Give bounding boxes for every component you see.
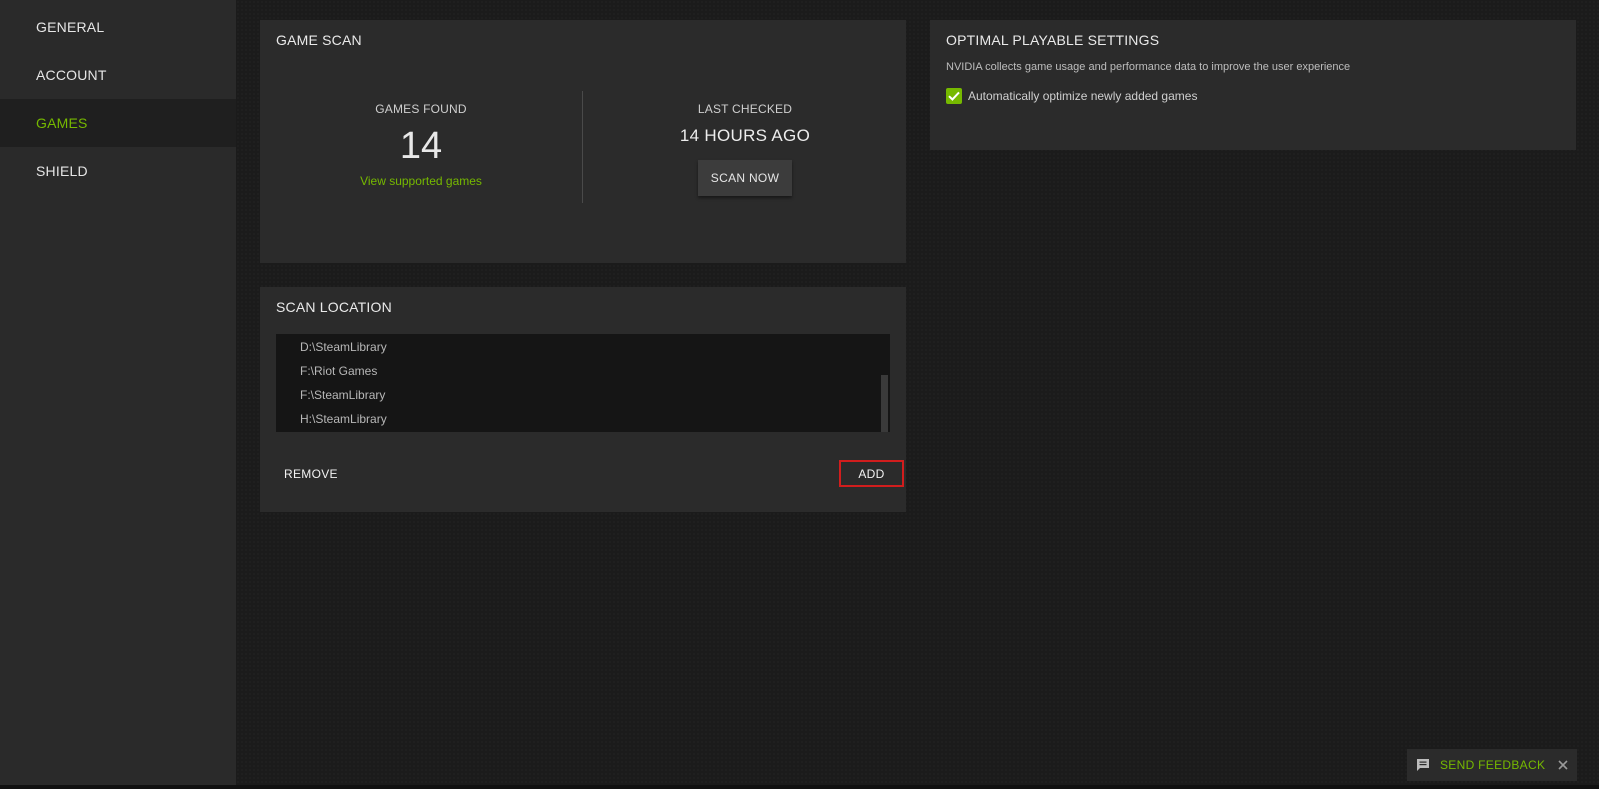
game-scan-title: GAME SCAN	[276, 32, 362, 48]
app-window: GENERAL ACCOUNT GAMES SHIELD GAME SCAN G…	[0, 0, 1599, 789]
auto-optimize-checkbox[interactable]	[946, 88, 962, 104]
send-feedback-button[interactable]: SEND FEEDBACK	[1440, 758, 1545, 772]
last-checked-label: LAST CHECKED	[697, 102, 793, 116]
list-item[interactable]: F:\SteamLibrary	[300, 388, 385, 402]
auto-optimize-checkbox-row[interactable]: Automatically optimize newly added games	[946, 88, 1197, 104]
main-content: GAME SCAN GAMES FOUND 14 View supported …	[236, 0, 1599, 785]
optimal-playable-panel: OPTIMAL PLAYABLE SETTINGS NVIDIA collect…	[930, 20, 1576, 150]
sidebar-item-general[interactable]: GENERAL	[0, 3, 236, 51]
view-supported-games-link[interactable]: View supported games	[360, 174, 482, 188]
list-item[interactable]: D:\SteamLibrary	[300, 340, 387, 354]
games-found-count: 14	[399, 125, 443, 167]
sidebar-item-label: SHIELD	[36, 163, 88, 179]
games-found-label: GAMES FOUND	[375, 102, 467, 116]
checkmark-icon	[948, 91, 960, 101]
sidebar-item-shield[interactable]: SHIELD	[0, 147, 236, 195]
sidebar-item-games[interactable]: GAMES	[0, 99, 236, 147]
sidebar-item-label: GENERAL	[36, 19, 105, 35]
auto-optimize-label: Automatically optimize newly added games	[968, 89, 1198, 103]
sidebar-item-label: ACCOUNT	[36, 67, 107, 83]
sidebar-item-account[interactable]: ACCOUNT	[0, 51, 236, 99]
scan-location-title: SCAN LOCATION	[276, 299, 392, 315]
optimal-playable-description: NVIDIA collects game usage and performan…	[946, 61, 1351, 73]
sidebar-item-label: GAMES	[36, 115, 88, 131]
last-checked-value: 14 HOURS AGO	[679, 126, 811, 145]
sidebar: GENERAL ACCOUNT GAMES SHIELD	[0, 0, 236, 785]
games-found-section: GAMES FOUND 14 View supported games	[260, 102, 582, 190]
send-feedback-bar: SEND FEEDBACK	[1407, 749, 1577, 781]
add-button[interactable]: ADD	[839, 460, 904, 487]
chat-bubble-icon	[1415, 757, 1431, 773]
bottom-border	[0, 785, 1599, 789]
list-item[interactable]: F:\Riot Games	[300, 364, 377, 378]
remove-button[interactable]: REMOVE	[284, 467, 338, 481]
last-checked-section: LAST CHECKED 14 HOURS AGO SCAN NOW	[584, 102, 906, 196]
game-scan-panel: GAME SCAN GAMES FOUND 14 View supported …	[260, 20, 906, 263]
scan-now-button[interactable]: SCAN NOW	[698, 160, 792, 196]
scan-location-list[interactable]: D:\SteamLibrary F:\Riot Games F:\SteamLi…	[276, 334, 890, 432]
column-divider	[582, 91, 583, 203]
list-item[interactable]: H:\SteamLibrary	[300, 412, 387, 426]
close-icon[interactable]	[1557, 759, 1569, 771]
scan-location-panel: SCAN LOCATION D:\SteamLibrary F:\Riot Ga…	[260, 287, 906, 512]
list-scrollbar[interactable]	[881, 375, 888, 432]
optimal-playable-title: OPTIMAL PLAYABLE SETTINGS	[946, 32, 1160, 48]
